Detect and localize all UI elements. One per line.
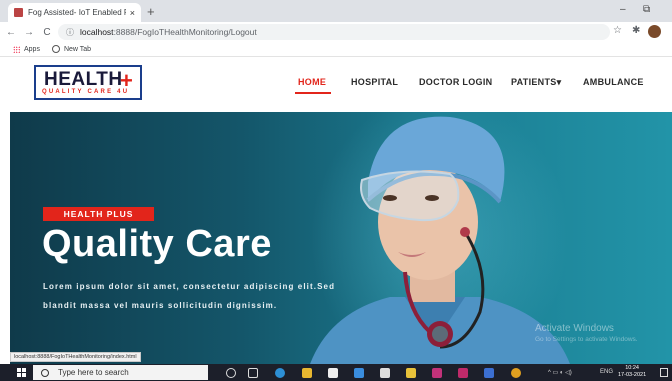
edge-icon[interactable] — [275, 368, 285, 378]
chevron-down-icon: ▾ — [556, 77, 562, 87]
word-icon[interactable] — [484, 368, 494, 378]
site-info-icon[interactable]: ⓘ — [66, 27, 74, 38]
app-icon-yellow[interactable] — [406, 368, 416, 378]
hero-text-line-2: blandit massa vel mauris sollicitudin di… — [43, 301, 278, 310]
new-tab-button[interactable]: + — [147, 4, 155, 19]
nav-home-link[interactable]: HOME — [298, 77, 326, 87]
browser-toolbar: ← → C ⓘ localhost:8888/FogIoTHealthMonit… — [0, 22, 672, 42]
taskbar-search[interactable]: Type here to search — [33, 365, 208, 380]
apps-grid-icon — [13, 45, 20, 53]
profile-avatar[interactable] — [648, 25, 661, 38]
bookmark-star-icon[interactable]: ☆ — [613, 25, 622, 36]
tab-close-icon[interactable]: × — [130, 8, 135, 18]
hero-badge: HEALTH PLUS — [43, 207, 154, 221]
forward-arrow-icon[interactable]: → — [22, 27, 36, 38]
activate-windows-title: Activate Windows — [535, 323, 614, 334]
search-icon — [39, 366, 51, 379]
hero-text-line-1: Lorem ipsum dolor sit amet, consectetur … — [43, 282, 336, 291]
site-navbar: HEALTH + QUALITY CARE 4U HOME HOSPITAL D… — [0, 57, 672, 112]
hero-title: Quality Care — [42, 223, 272, 265]
cortana-icon[interactable] — [226, 368, 236, 378]
clock-date: 17-03-2021 — [618, 372, 647, 378]
logo-main-text: HEALTH — [44, 69, 123, 90]
nav-doctor-login-link[interactable]: DOCTOR LOGIN — [419, 77, 492, 87]
app-icon-magenta[interactable] — [458, 368, 468, 378]
globe-icon — [51, 45, 60, 53]
language-indicator[interactable]: ENG — [600, 369, 613, 375]
file-explorer-icon[interactable] — [302, 368, 312, 378]
tab-title: Fog Assisted- IoT Enabled Patien — [28, 8, 126, 17]
activate-windows-subtitle: Go to Settings to activate Windows. — [535, 336, 638, 343]
site-logo[interactable]: HEALTH + QUALITY CARE 4U — [34, 65, 142, 100]
windows-taskbar: Type here to search ^ ▭ ◐ ◁) ENG 10:24 1… — [0, 364, 672, 381]
task-view-icon[interactable] — [248, 368, 258, 378]
store-icon[interactable] — [328, 368, 338, 378]
windows-start-icon[interactable] — [17, 368, 26, 377]
app-icon-blue[interactable] — [354, 368, 364, 378]
app-icon-pink[interactable] — [432, 368, 442, 378]
site-favicon-icon — [14, 8, 23, 17]
reload-icon[interactable]: C — [40, 27, 54, 38]
browser-tab-strip: Fog Assisted- IoT Enabled Patien × + – ⧉ — [0, 0, 672, 22]
extensions-puzzle-icon[interactable]: ✱ — [632, 25, 640, 36]
taskbar-search-placeholder: Type here to search — [58, 368, 129, 377]
bookmarks-bar: Apps New Tab — [0, 42, 672, 57]
browser-tab[interactable]: Fog Assisted- IoT Enabled Patien × — [8, 3, 141, 22]
nav-patients-label: PATIENTS — [511, 77, 557, 87]
maximize-button[interactable]: ⧉ — [643, 4, 650, 15]
back-arrow-icon[interactable]: ← — [4, 27, 18, 38]
chrome-icon[interactable] — [511, 368, 521, 378]
logo-tagline: QUALITY CARE 4U — [42, 89, 130, 95]
mail-icon[interactable] — [380, 368, 390, 378]
notification-icon[interactable] — [660, 368, 668, 377]
taskbar-clock[interactable]: 10:24 17-03-2021 — [618, 365, 646, 379]
nav-patients-dropdown[interactable]: PATIENTS▾ — [511, 77, 561, 88]
minimize-button[interactable]: – — [620, 4, 626, 15]
clock-time: 10:24 — [625, 365, 639, 371]
bookmark-new-tab[interactable]: New Tab — [64, 46, 91, 53]
nav-hospital-link[interactable]: HOSPITAL — [351, 77, 398, 87]
status-bar-url: localhost:8888/FogIoTHealthMonitoring/in… — [10, 352, 141, 362]
system-tray-icons[interactable]: ^ ▭ ◐ ◁) — [548, 369, 572, 376]
url-host: localhost — [80, 27, 114, 37]
hero-banner: HEALTH PLUS Quality Care Lorem ipsum dol… — [10, 112, 672, 364]
url-path: :8888/FogIoTHealthMonitoring/Logout — [113, 27, 257, 37]
nav-ambulance-link[interactable]: AMBULANCE — [583, 77, 644, 87]
address-bar[interactable]: ⓘ localhost:8888/FogIoTHealthMonitoring/… — [58, 24, 610, 40]
nav-active-underline — [295, 92, 331, 94]
bookmark-apps[interactable]: Apps — [24, 46, 40, 53]
